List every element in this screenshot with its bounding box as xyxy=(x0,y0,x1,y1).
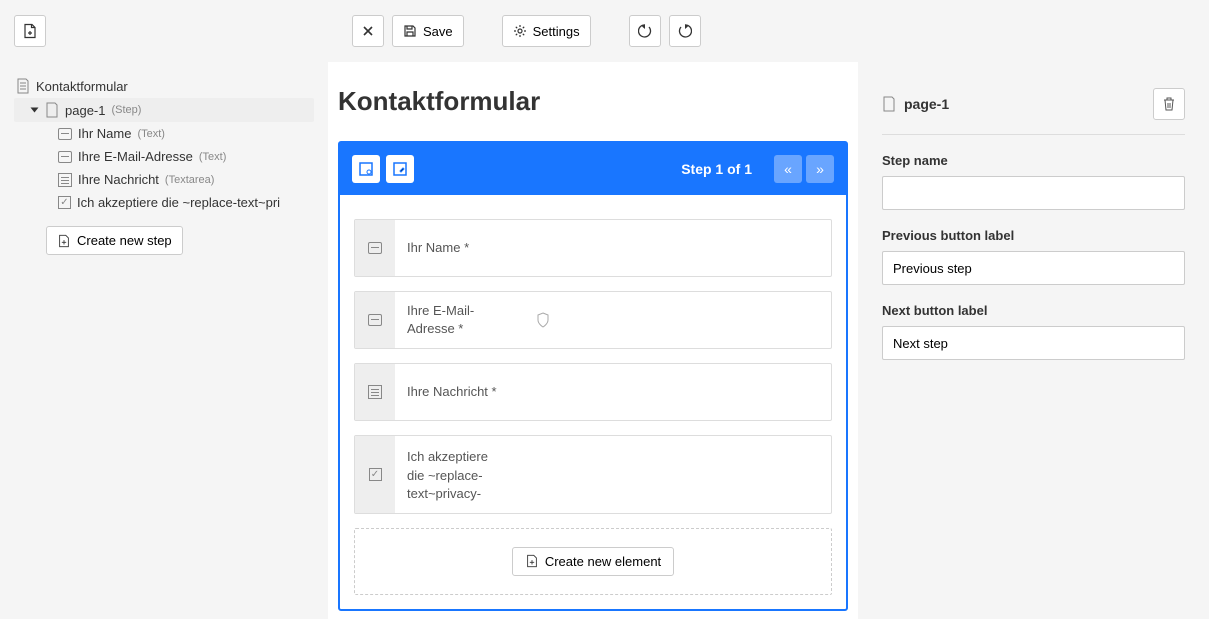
chevron-left-icon: « xyxy=(784,161,792,177)
redo-button[interactable] xyxy=(669,15,701,47)
next-button-input[interactable] xyxy=(882,326,1185,360)
tree-item[interactable]: Ihre E-Mail-Adresse (Text) xyxy=(14,145,314,168)
redo-icon xyxy=(678,24,692,38)
create-element-button[interactable]: Create new element xyxy=(512,547,674,576)
field-label: Ich akzeptiere die ~replace-text~privacy… xyxy=(395,436,505,513)
step-action-1-button[interactable] xyxy=(352,155,380,183)
new-element-icon xyxy=(525,554,539,568)
form-view-icon xyxy=(358,161,374,177)
step-body: Ihr Name * Ihre E-Mail-Adresse * Ihre Na… xyxy=(340,195,846,609)
prev-button-label: Previous button label xyxy=(882,228,1185,243)
canvas: Kontaktformular Step 1 of 1 « » xyxy=(328,62,858,619)
form-edit-icon xyxy=(392,161,408,177)
step-header: Step 1 of 1 « » xyxy=(340,143,846,195)
settings-label: Settings xyxy=(533,24,580,39)
field-row[interactable]: Ihr Name * xyxy=(354,219,832,277)
text-field-icon xyxy=(368,314,382,326)
tree-page-type: (Step) xyxy=(111,104,141,116)
checkbox-icon: ✓ xyxy=(58,196,71,209)
save-icon xyxy=(403,24,417,38)
checkbox-icon: ✓ xyxy=(369,468,382,481)
tree-item-type: (Textarea) xyxy=(165,174,215,186)
next-button-label: Next button label xyxy=(882,303,1185,318)
sidebar: Kontaktformular page-1 (Step) Ihr Name (… xyxy=(0,62,328,619)
settings-button[interactable]: Settings xyxy=(502,15,591,47)
toolbar: Save Settings xyxy=(0,0,1209,62)
textarea-icon xyxy=(58,173,72,187)
text-field-icon xyxy=(368,242,382,254)
tree-root[interactable]: Kontaktformular xyxy=(14,74,314,98)
text-field-icon xyxy=(58,128,72,140)
tree-item-type: (Text) xyxy=(137,128,165,140)
undo-button[interactable] xyxy=(629,15,661,47)
new-page-icon xyxy=(22,23,38,39)
shield-icon xyxy=(536,312,550,328)
next-step-button[interactable]: » xyxy=(806,155,834,183)
save-button[interactable]: Save xyxy=(392,15,464,47)
close-icon xyxy=(362,25,374,37)
gear-icon xyxy=(513,24,527,38)
save-label: Save xyxy=(423,24,453,39)
tree-page-1[interactable]: page-1 (Step) xyxy=(14,98,314,122)
text-field-icon xyxy=(58,151,72,163)
properties-title: page-1 xyxy=(904,96,949,112)
form-icon xyxy=(16,78,30,94)
element-tree: Kontaktformular page-1 (Step) Ihr Name (… xyxy=(14,74,314,214)
create-step-label: Create new step xyxy=(77,233,172,248)
tree-root-label: Kontaktformular xyxy=(36,79,128,94)
tree-item[interactable]: ✓ Ich akzeptiere die ~replace-text~pri xyxy=(14,191,314,214)
trash-icon xyxy=(1162,96,1176,112)
prev-button-input[interactable] xyxy=(882,251,1185,285)
step-indicator: Step 1 of 1 xyxy=(681,161,752,177)
close-button[interactable] xyxy=(352,15,384,47)
new-page-icon xyxy=(57,234,71,248)
field-row[interactable]: Ihre Nachricht * xyxy=(354,363,832,421)
prev-step-button[interactable]: « xyxy=(774,155,802,183)
delete-button[interactable] xyxy=(1153,88,1185,120)
page-icon xyxy=(882,96,896,112)
tree-item-label: Ihre E-Mail-Adresse xyxy=(78,149,193,164)
new-page-button[interactable] xyxy=(14,15,46,47)
caret-icon xyxy=(31,108,39,113)
step-name-label: Step name xyxy=(882,153,1185,168)
chevron-right-icon: » xyxy=(816,161,824,177)
tree-item[interactable]: Ihre Nachricht (Textarea) xyxy=(14,168,314,191)
create-element-label: Create new element xyxy=(545,554,661,569)
tree-item-label: Ihr Name xyxy=(78,126,131,141)
step-container: Step 1 of 1 « » Ihr Name * Ihre E-Mail-A… xyxy=(338,141,848,611)
tree-item[interactable]: Ihr Name (Text) xyxy=(14,122,314,145)
create-step-button[interactable]: Create new step xyxy=(46,226,183,255)
tree-item-label: Ihre Nachricht xyxy=(78,172,159,187)
field-label: Ihre E-Mail-Adresse * xyxy=(395,292,525,348)
undo-icon xyxy=(638,24,652,38)
page-icon xyxy=(45,102,59,118)
field-row[interactable]: Ihre E-Mail-Adresse * xyxy=(354,291,832,349)
textarea-icon xyxy=(368,385,382,399)
create-element-zone: Create new element xyxy=(354,528,832,595)
step-action-2-button[interactable] xyxy=(386,155,414,183)
tree-item-type: (Text) xyxy=(199,151,227,163)
field-label: Ihre Nachricht * xyxy=(395,364,831,420)
tree-item-label: Ich akzeptiere die ~replace-text~pri xyxy=(77,195,280,210)
field-label: Ihr Name * xyxy=(395,220,831,276)
tree-page-label: page-1 xyxy=(65,103,105,118)
step-name-input[interactable] xyxy=(882,176,1185,210)
field-row[interactable]: ✓ Ich akzeptiere die ~replace-text~priva… xyxy=(354,435,832,514)
properties-panel: page-1 Step name Previous button label N… xyxy=(858,62,1209,619)
form-title: Kontaktformular xyxy=(338,86,848,117)
